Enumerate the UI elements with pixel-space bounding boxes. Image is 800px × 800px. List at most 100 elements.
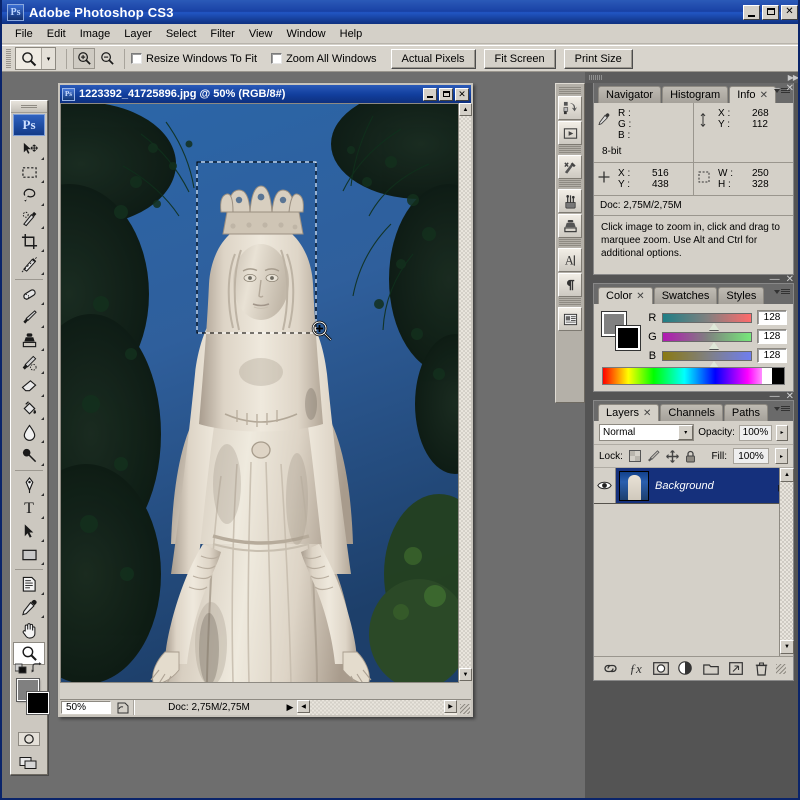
- slider-r-track[interactable]: [661, 312, 753, 330]
- tool-history-brush[interactable]: [13, 352, 45, 375]
- chevron-down-icon[interactable]: ▾: [678, 425, 694, 440]
- tool-healing-brush[interactable]: [13, 283, 45, 306]
- menu-image[interactable]: Image: [73, 26, 118, 42]
- new-layer-icon[interactable]: [726, 659, 746, 679]
- slider-b-track[interactable]: [661, 350, 753, 368]
- zoom-in-icon[interactable]: [73, 48, 95, 69]
- status-menu-arrow[interactable]: ▶: [283, 700, 297, 715]
- resize-windows-checkbox[interactable]: [131, 53, 142, 64]
- actual-pixels-button[interactable]: Actual Pixels: [390, 48, 476, 69]
- slider-g-thumb[interactable]: [708, 341, 719, 349]
- scroll-right-button[interactable]: ▶: [444, 700, 457, 713]
- tab-styles[interactable]: Styles: [718, 287, 765, 304]
- panel-dock-grip[interactable]: [589, 75, 603, 80]
- background-color-swatch[interactable]: [27, 692, 49, 714]
- menu-layer[interactable]: Layer: [117, 26, 159, 42]
- layer-style-icon[interactable]: ƒx: [626, 659, 646, 679]
- character-icon[interactable]: A: [558, 248, 582, 272]
- swap-colors-icon[interactable]: [31, 662, 43, 674]
- icon-dock-grip-5[interactable]: [559, 298, 581, 305]
- tab-swatches[interactable]: Swatches: [653, 287, 718, 304]
- new-group-icon[interactable]: [701, 659, 721, 679]
- tab-info-close-icon[interactable]: ✕: [760, 90, 768, 101]
- tab-layers-close-icon[interactable]: ✕: [643, 408, 651, 419]
- tool-crop[interactable]: [13, 230, 45, 253]
- info-panel-close[interactable]: ✕: [786, 83, 794, 94]
- delete-layer-icon[interactable]: [751, 659, 771, 679]
- opacity-stepper-arrow[interactable]: ▸: [775, 424, 788, 441]
- canvas-horizontal-scrollbar[interactable]: ◀ ▶: [297, 700, 457, 715]
- tool-notes[interactable]: [13, 573, 45, 596]
- minimize-button[interactable]: [743, 4, 760, 20]
- tab-layers[interactable]: Layers ✕: [598, 404, 660, 421]
- lock-image-icon[interactable]: [647, 450, 660, 462]
- scroll-up-button[interactable]: ▲: [459, 103, 472, 116]
- tool-quick-selection[interactable]: [13, 207, 45, 230]
- layers-panel-close[interactable]: ✕: [786, 391, 794, 402]
- tool-horizontal-type[interactable]: T: [13, 497, 45, 520]
- color-panel-menu-icon[interactable]: [774, 289, 790, 294]
- tab-paths[interactable]: Paths: [723, 404, 769, 421]
- slider-g-track[interactable]: [661, 331, 753, 349]
- tool-dodge[interactable]: [13, 444, 45, 467]
- default-colors-icon[interactable]: [15, 663, 28, 674]
- adjustment-layer-icon[interactable]: [676, 659, 696, 679]
- actions-icon[interactable]: [558, 96, 582, 120]
- tool-gradient-paintbucket[interactable]: [13, 398, 45, 421]
- color-panel-close[interactable]: ✕: [786, 274, 794, 285]
- tool-move[interactable]: [13, 138, 45, 161]
- paragraph-icon[interactable]: [558, 273, 582, 297]
- layer-scroll-down-button[interactable]: ▼: [780, 640, 794, 654]
- canvas-vertical-scrollbar[interactable]: ▲ ▼: [458, 103, 472, 683]
- lock-all-icon[interactable]: [685, 450, 696, 463]
- tab-color-close-icon[interactable]: ✕: [636, 291, 644, 302]
- document-close-button[interactable]: ✕: [455, 87, 469, 101]
- layer-comps-icon[interactable]: [558, 307, 582, 331]
- zoom-all-windows-checkbox[interactable]: [271, 53, 283, 64]
- scroll-down-button[interactable]: ▼: [459, 668, 472, 681]
- tool-eyedropper[interactable]: [13, 596, 45, 619]
- image-canvas[interactable]: [60, 103, 471, 683]
- chevron-down-icon[interactable]: ▾: [41, 48, 55, 69]
- menu-file[interactable]: File: [8, 26, 40, 42]
- layer-list-scrollbar[interactable]: ▲ ▼: [779, 468, 794, 656]
- icon-dock-grip-2[interactable]: [559, 146, 581, 153]
- fill-field[interactable]: 100%: [733, 448, 769, 464]
- document-maximize-button[interactable]: [439, 87, 453, 101]
- fit-screen-button[interactable]: Fit Screen: [483, 48, 556, 69]
- menu-filter[interactable]: Filter: [203, 26, 241, 42]
- document-minimize-button[interactable]: [423, 87, 437, 101]
- layers-resize-grip[interactable]: [776, 663, 787, 674]
- options-bar-grip[interactable]: [6, 48, 11, 69]
- layer-scroll-up-button[interactable]: ▲: [780, 468, 794, 482]
- color-background-swatch[interactable]: [616, 326, 640, 350]
- icon-dock-grip-3[interactable]: [559, 180, 581, 187]
- maximize-button[interactable]: [762, 4, 779, 20]
- tool-path-selection[interactable]: [13, 520, 45, 543]
- menu-edit[interactable]: Edit: [40, 26, 73, 42]
- vertical-scroll-track[interactable]: [459, 116, 471, 668]
- quick-mask-mode-toggle[interactable]: [15, 729, 43, 749]
- screen-mode-toggle[interactable]: [15, 753, 43, 773]
- print-size-button[interactable]: Print Size: [563, 48, 633, 69]
- tool-eraser[interactable]: [13, 375, 45, 398]
- layer-scroll-track[interactable]: [780, 482, 793, 640]
- tool-rectangular-marquee[interactable]: [13, 161, 45, 184]
- menu-select[interactable]: Select: [159, 26, 204, 42]
- tab-histogram[interactable]: Histogram: [662, 86, 729, 103]
- brushes-icon[interactable]: [558, 189, 582, 213]
- color-panel-minimize[interactable]: —: [770, 274, 780, 285]
- tab-color[interactable]: Color ✕: [598, 287, 653, 304]
- expand-panels-icon[interactable]: ▶▶: [788, 73, 798, 82]
- slider-r-thumb[interactable]: [708, 322, 719, 330]
- icon-dock-grip[interactable]: [559, 87, 581, 94]
- document-titlebar[interactable]: Ps 1223392_41725896.jpg @ 50% (RGB/8#) ✕: [60, 85, 471, 103]
- animation-icon[interactable]: [558, 121, 582, 145]
- link-layers-icon[interactable]: [601, 659, 621, 679]
- clone-source-icon[interactable]: [558, 214, 582, 238]
- tool-slice[interactable]: [13, 253, 45, 276]
- layer-thumbnail[interactable]: [619, 470, 649, 501]
- close-button[interactable]: ✕: [781, 4, 798, 20]
- zoom-level-field[interactable]: 50%: [61, 701, 111, 714]
- current-tool-preset-picker[interactable]: ▾: [15, 47, 56, 70]
